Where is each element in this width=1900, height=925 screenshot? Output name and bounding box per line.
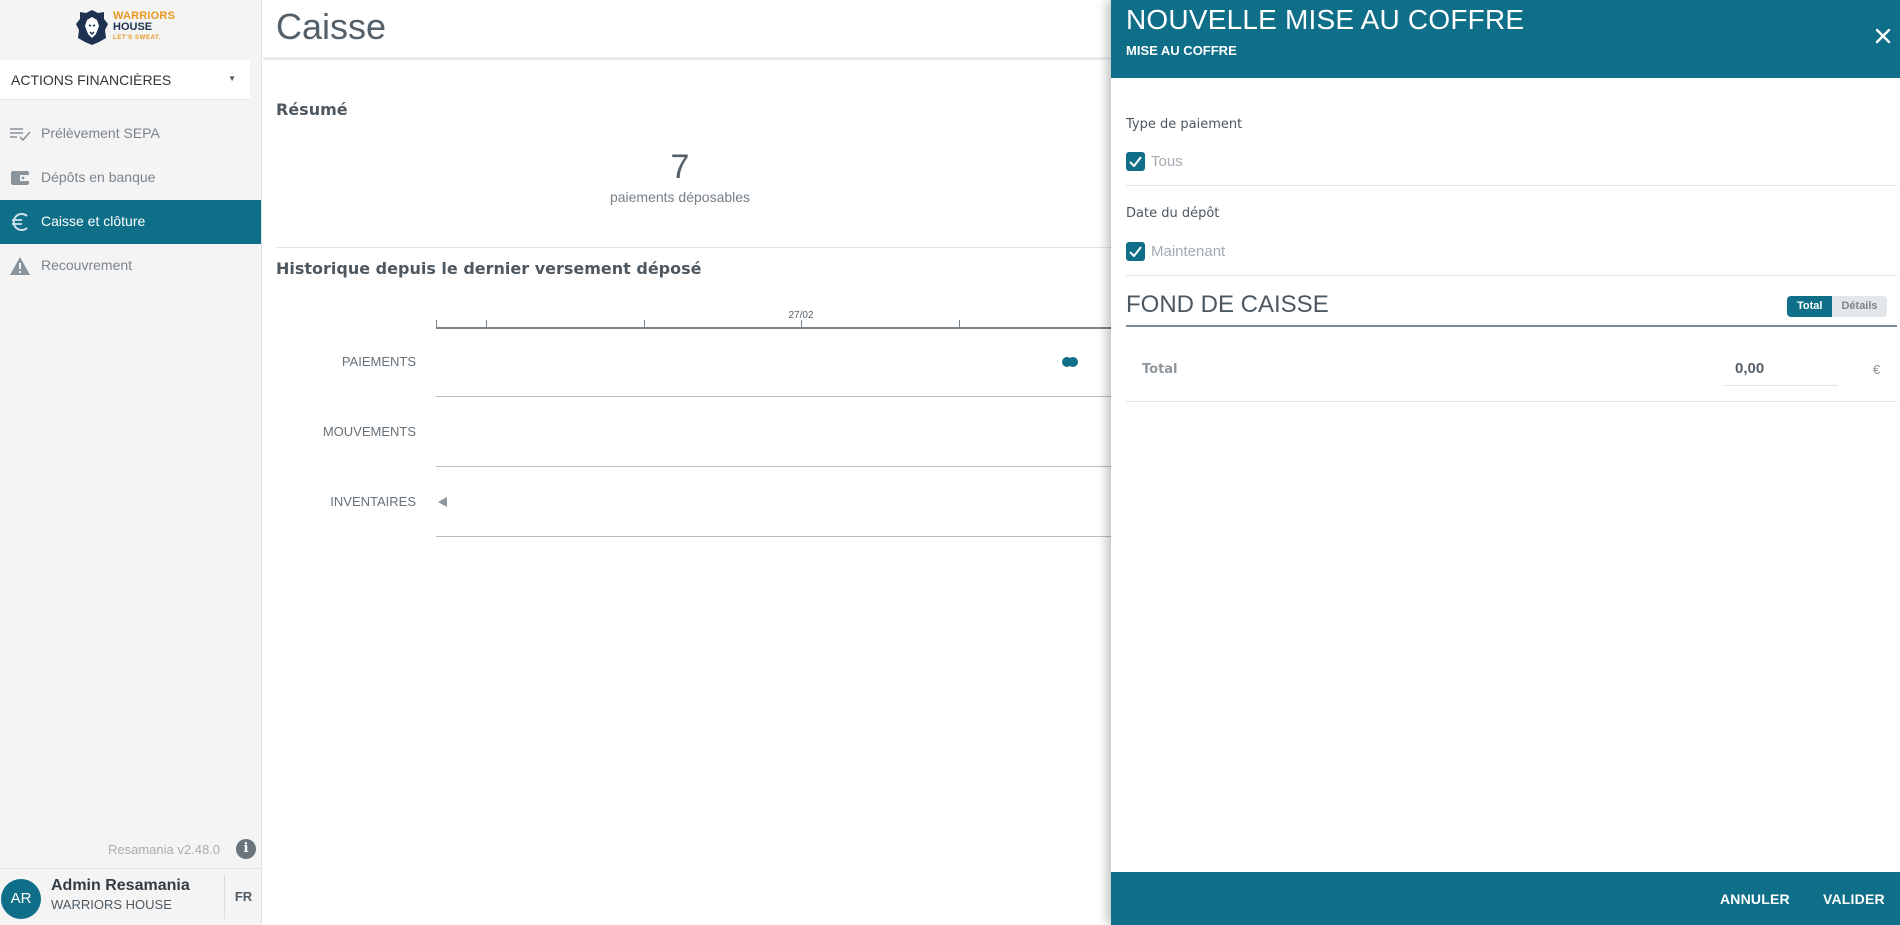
sidebar-item-label: Recouvrement xyxy=(41,257,133,273)
timeline-row-line xyxy=(436,396,1111,397)
warning-icon xyxy=(0,244,40,288)
payment-type-option-label: Tous xyxy=(1151,153,1183,170)
deposit-date-now-option[interactable]: Maintenant xyxy=(1126,242,1225,261)
logo-tagline: LET'S SWEAT. xyxy=(113,34,161,41)
toggle-details[interactable]: Détails xyxy=(1832,296,1887,317)
total-details-toggle[interactable]: Total Détails xyxy=(1787,296,1887,317)
new-safe-deposit-panel: NOUVELLE MISE AU COFFRE MISE AU COFFRE T… xyxy=(1111,0,1900,925)
cash-float-underline xyxy=(1126,325,1897,327)
summary-count: 7 xyxy=(670,148,690,186)
panel-title: NOUVELLE MISE AU COFFRE xyxy=(1126,4,1525,35)
total-divider xyxy=(1126,401,1897,402)
history-title: Historique depuis le dernier versement d… xyxy=(276,259,702,278)
financial-actions-label: ACTIONS FINANCIÈRES xyxy=(11,71,172,88)
cash-float-title: FOND DE CAISSE xyxy=(1126,291,1329,318)
language-switch[interactable]: FR xyxy=(224,875,262,919)
timeline-row-line xyxy=(436,466,1111,467)
validate-button[interactable]: VALIDER xyxy=(1823,891,1885,907)
euro-icon xyxy=(0,200,40,244)
page-title: Caisse xyxy=(276,6,387,47)
list-check-icon xyxy=(0,112,40,156)
timeline-scroll-left-icon[interactable] xyxy=(438,497,447,507)
field-divider xyxy=(1126,275,1897,276)
close-icon[interactable] xyxy=(1873,26,1893,46)
toggle-total[interactable]: Total xyxy=(1787,296,1833,317)
timeline-row-movements: MOUVEMENTS xyxy=(322,424,416,439)
payment-dot[interactable] xyxy=(1068,357,1078,367)
currency-symbol: € xyxy=(1873,362,1881,377)
timeline-row-inventories: INVENTAIRES xyxy=(330,494,416,509)
timeline-tick-label: 27/02 xyxy=(788,310,814,321)
total-amount-input[interactable]: 0,00 xyxy=(1723,358,1838,386)
logo-line-1: WARRIORS xyxy=(113,9,176,22)
summary-title: Résumé xyxy=(276,100,348,119)
panel-subtitle: MISE AU COFFRE xyxy=(1126,43,1237,58)
brand-logo[interactable]: WARRIORS HOUSE LET'S SWEAT. xyxy=(74,6,176,48)
panel-footer: ANNULER VALIDER xyxy=(1111,872,1900,925)
deposit-date-option-label: Maintenant xyxy=(1151,243,1226,260)
deposit-date-checkbox[interactable] xyxy=(1126,242,1145,261)
user-name[interactable]: Admin Resamania xyxy=(51,877,190,895)
sidebar-item-prelevement-sepa[interactable]: Prélèvement SEPA xyxy=(0,112,261,156)
panel-header: NOUVELLE MISE AU COFFRE MISE AU COFFRE xyxy=(1111,0,1900,78)
sidebar-item-label: Prélèvement SEPA xyxy=(41,125,160,141)
field-divider xyxy=(1126,185,1897,186)
logo-line-2: HOUSE xyxy=(113,20,153,33)
timeline-axis xyxy=(436,327,1111,329)
total-label: Total xyxy=(1142,362,1178,377)
section-divider xyxy=(276,247,1111,248)
timeline-row-line xyxy=(436,536,1111,537)
payment-type-checkbox[interactable] xyxy=(1126,152,1145,171)
financial-actions-select[interactable]: ACTIONS FINANCIÈRES ▼ xyxy=(0,60,250,100)
user-organization: WARRIORS HOUSE xyxy=(51,897,172,912)
sidebar-item-depots-en-banque[interactable]: Dépôts en banque xyxy=(0,156,261,200)
cancel-button[interactable]: ANNULER xyxy=(1720,891,1790,907)
app-version: Resamania v2.48.0 xyxy=(108,842,221,857)
sidebar: WARRIORS HOUSE LET'S SWEAT. ACTIONS FINA… xyxy=(0,0,262,925)
dropdown-caret-icon: ▼ xyxy=(228,74,236,83)
sidebar-item-label: Dépôts en banque xyxy=(41,169,156,185)
check-icon xyxy=(1129,246,1142,257)
deposit-date-label: Date du dépôt xyxy=(1126,206,1220,221)
avatar[interactable]: AR xyxy=(1,879,41,919)
sidebar-nav: Prélèvement SEPA Dépôts en banque Caisse… xyxy=(0,112,261,288)
payment-type-all-option[interactable]: Tous xyxy=(1126,152,1183,171)
timeline-row-payments: PAIEMENTS xyxy=(341,354,416,369)
sidebar-item-recouvrement[interactable]: Recouvrement xyxy=(0,244,261,288)
sidebar-item-label: Caisse et clôture xyxy=(41,213,146,229)
check-icon xyxy=(1129,156,1142,167)
info-icon[interactable]: i xyxy=(236,839,256,859)
lion-logo-icon xyxy=(76,10,108,45)
payment-type-label: Type de paiement xyxy=(1126,117,1243,132)
sidebar-item-caisse-et-cloture[interactable]: Caisse et clôture xyxy=(0,200,261,244)
user-bar: AR Admin Resamania WARRIORS HOUSE FR xyxy=(0,868,261,925)
summary-count-label: paiements déposables xyxy=(609,189,751,205)
main-header: Caisse xyxy=(263,0,1113,60)
wallet-icon xyxy=(0,156,40,200)
